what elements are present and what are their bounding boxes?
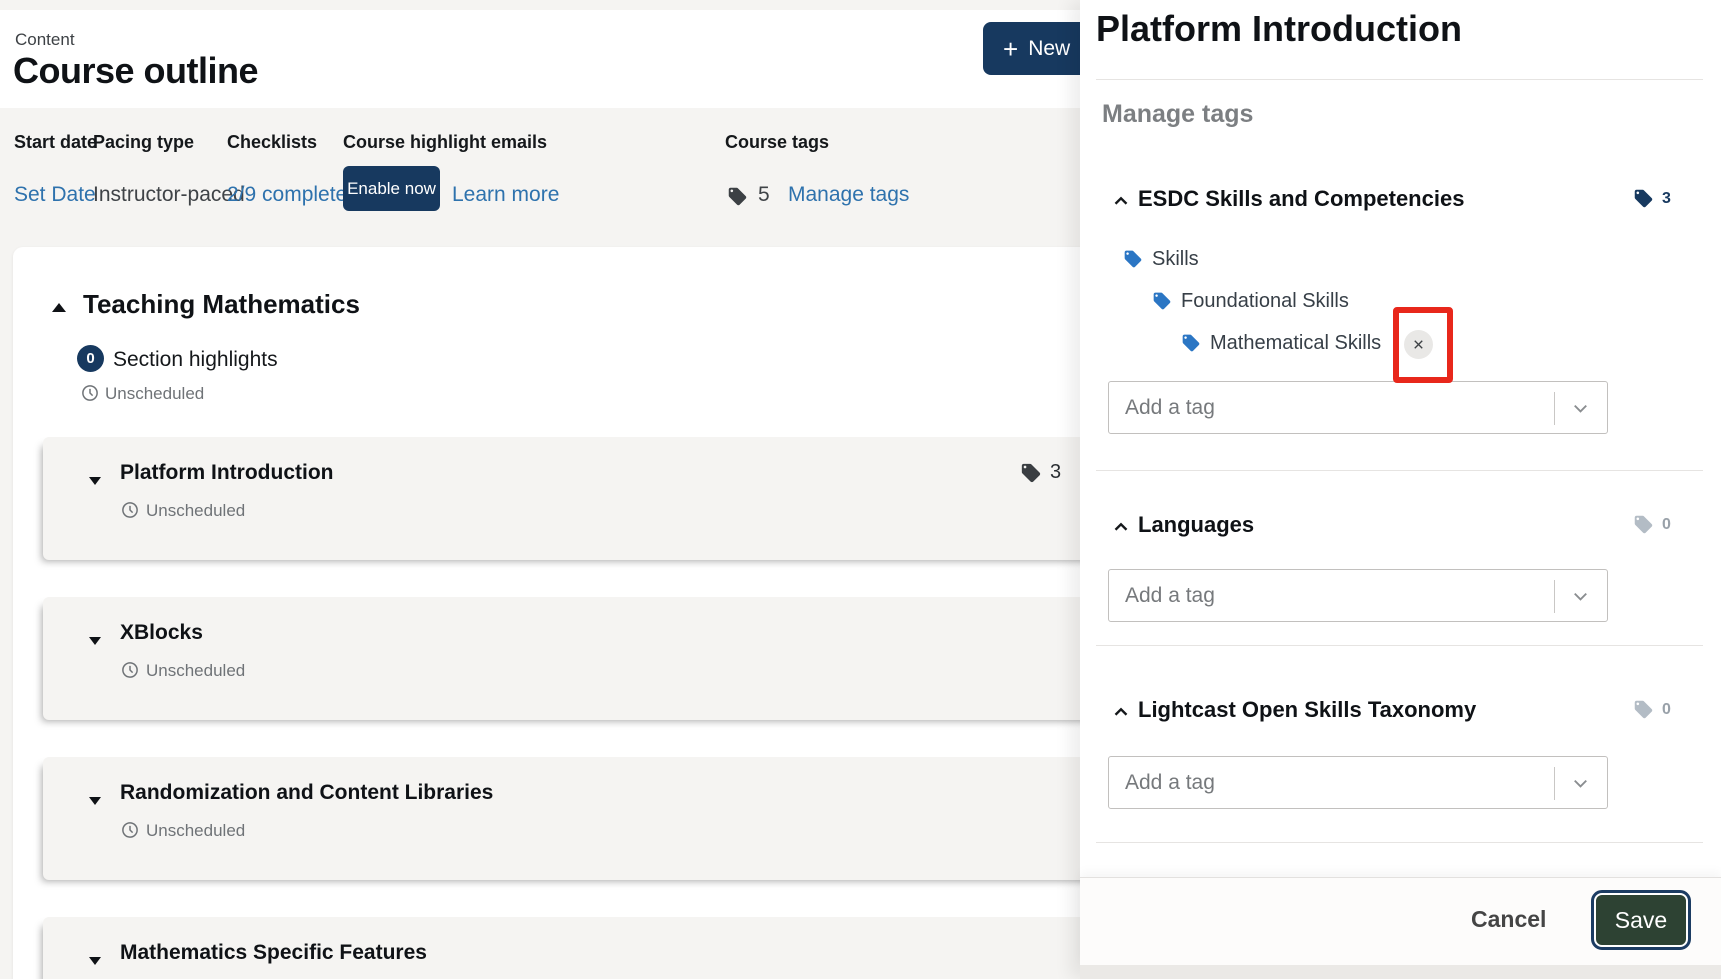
clock-icon <box>121 501 139 519</box>
section-schedule-status: Unscheduled <box>105 384 204 404</box>
tag-icon <box>727 186 748 207</box>
tag-icon <box>1152 291 1172 311</box>
page-title: Course outline <box>13 50 258 92</box>
taxonomy-name: Languages <box>1138 512 1254 538</box>
tag-icon <box>1020 462 1042 484</box>
chevron-down-icon[interactable] <box>89 477 101 485</box>
course-outline-page: Content Course outline + New Start date … <box>0 0 1721 979</box>
tag-icon <box>1633 699 1654 720</box>
taxonomy-name: Lightcast Open Skills Taxonomy <box>1138 697 1476 723</box>
subsection-title: Mathematics Specific Features <box>120 941 427 965</box>
combobox-divider <box>1554 767 1555 800</box>
tag-label: Skills <box>1152 248 1199 271</box>
checklists-link[interactable]: 2/9 completed <box>227 183 359 207</box>
highlight-emails-label: Course highlight emails <box>343 132 547 153</box>
manage-tags-link[interactable]: Manage tags <box>788 183 909 207</box>
chevron-up-icon[interactable] <box>1110 516 1132 538</box>
taxonomy-name: ESDC Skills and Competencies <box>1138 186 1464 212</box>
checklists-label: Checklists <box>227 132 317 153</box>
tag-icon <box>1633 188 1654 209</box>
chevron-down-icon[interactable] <box>1569 397 1592 420</box>
add-tag-combobox-esdc <box>1108 381 1608 434</box>
clock-icon <box>121 661 139 679</box>
divider <box>1096 842 1703 843</box>
course-tags-count: 5 <box>758 183 770 207</box>
chevron-up-icon[interactable] <box>1110 190 1132 212</box>
combobox-divider <box>1554 392 1555 425</box>
combobox-divider <box>1554 580 1555 613</box>
divider <box>1096 470 1703 471</box>
subsection-card-xblocks[interactable]: XBlocks Unscheduled <box>43 597 1120 720</box>
pacing-type-label: Pacing type <box>93 132 194 153</box>
subsection-title: Randomization and Content Libraries <box>120 781 493 805</box>
taxonomy-header-esdc: ESDC Skills and Competencies 3 <box>1080 186 1721 216</box>
tag-label: Foundational Skills <box>1181 290 1349 313</box>
start-date-label: Start date <box>14 132 97 153</box>
drawer-bottom-strip <box>1080 965 1721 979</box>
course-tags-label: Course tags <box>725 132 829 153</box>
chevron-down-icon[interactable] <box>89 637 101 645</box>
chevron-down-icon[interactable] <box>89 957 101 965</box>
add-tag-combobox-lightcast <box>1108 756 1608 809</box>
clock-icon <box>81 384 99 402</box>
taxonomy-tag-count: 0 <box>1633 699 1671 720</box>
plus-icon: + <box>1003 36 1018 62</box>
subsection-card-math-features[interactable]: Mathematics Specific Features <box>43 917 1120 979</box>
subsection-schedule-status: Unscheduled <box>146 661 245 681</box>
subsection-schedule-status: Unscheduled <box>146 501 245 521</box>
tag-tree-item-mathematical-skills: Mathematical Skills <box>1181 330 1381 356</box>
learn-more-link[interactable]: Learn more <box>452 183 559 207</box>
cancel-button[interactable]: Cancel <box>1455 898 1562 941</box>
tag-icon <box>1181 333 1201 353</box>
subsection-schedule-status: Unscheduled <box>146 821 245 841</box>
subsection-card-platform-introduction[interactable]: Platform Introduction Unscheduled 3 <box>43 437 1120 560</box>
tag-tree-item-skills: Skills <box>1123 246 1199 272</box>
set-date-link[interactable]: Set Date <box>14 183 96 207</box>
tag-icon <box>1633 514 1654 535</box>
add-tag-combobox-languages <box>1108 569 1608 622</box>
section-highlights-button[interactable]: Section highlights <box>113 348 278 372</box>
breadcrumb-content-label: Content <box>15 30 75 50</box>
section-highlights-badge: 0 <box>77 345 104 372</box>
taxonomy-tag-count-value: 0 <box>1662 516 1671 534</box>
add-tag-input[interactable] <box>1109 757 1549 808</box>
tag-tree-item-foundational-skills: Foundational Skills <box>1152 288 1349 314</box>
subsection-title: Platform Introduction <box>120 461 334 485</box>
tag-icon <box>1123 249 1143 269</box>
save-button[interactable]: Save <box>1594 893 1688 947</box>
remove-tag-button[interactable] <box>1404 330 1433 359</box>
add-tag-input[interactable] <box>1109 570 1549 621</box>
tag-label: Mathematical Skills <box>1210 332 1381 355</box>
divider <box>1096 79 1703 80</box>
drawer-subtitle: Manage tags <box>1102 100 1253 129</box>
divider <box>1096 645 1703 646</box>
subsection-card-randomization[interactable]: Randomization and Content Libraries Unsc… <box>43 757 1120 880</box>
chevron-down-icon[interactable] <box>89 797 101 805</box>
chevron-down-icon[interactable] <box>1569 772 1592 795</box>
subsection-tag-count: 3 <box>1020 461 1061 484</box>
taxonomy-tag-count: 0 <box>1633 514 1671 535</box>
manage-tags-drawer: Platform Introduction Manage tags ESDC S… <box>1080 0 1721 979</box>
clock-icon <box>121 821 139 839</box>
pacing-type-value: Instructor-paced <box>93 183 245 207</box>
add-tag-input[interactable] <box>1109 382 1549 433</box>
taxonomy-header-languages: Languages 0 <box>1080 512 1721 542</box>
subsection-tag-count-value: 3 <box>1050 461 1061 484</box>
new-button-label: New <box>1028 37 1070 61</box>
drawer-footer: Cancel Save <box>1080 877 1721 965</box>
subsection-title: XBlocks <box>120 621 203 645</box>
taxonomy-tag-count: 3 <box>1633 188 1671 209</box>
enable-now-button[interactable]: Enable now <box>343 166 440 211</box>
taxonomy-header-lightcast: Lightcast Open Skills Taxonomy 0 <box>1080 697 1721 727</box>
taxonomy-tag-count-value: 0 <box>1662 701 1671 719</box>
section-collapse-icon[interactable] <box>52 303 66 312</box>
section-title: Teaching Mathematics <box>83 289 360 320</box>
chevron-down-icon[interactable] <box>1569 585 1592 608</box>
taxonomy-tag-count-value: 3 <box>1662 190 1671 208</box>
drawer-title: Platform Introduction <box>1096 8 1462 50</box>
chevron-up-icon[interactable] <box>1110 701 1132 723</box>
